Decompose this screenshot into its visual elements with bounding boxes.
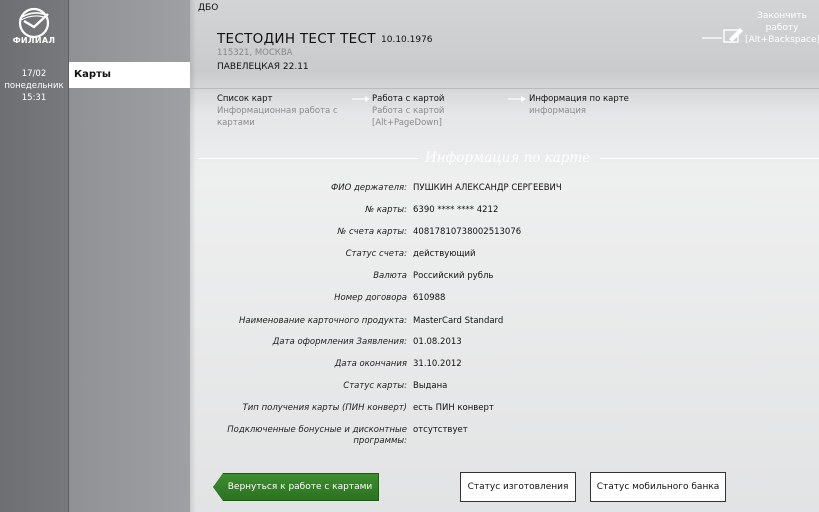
field-value: Российский рубль <box>413 271 494 281</box>
menu-item-cards[interactable]: Карты <box>69 62 190 88</box>
step-subtitle: Информационная работа с <box>217 106 338 116</box>
field-label: Дата окончания <box>334 359 407 369</box>
step-subtitle: Работа с картой <box>372 106 445 116</box>
header-divider <box>190 88 819 89</box>
step-title: Работа с картой <box>372 94 445 104</box>
step-arrow-icon <box>352 96 370 102</box>
current-time: 15:31 <box>21 93 47 103</box>
field-value: отсутствует <box>413 425 468 435</box>
step-shortcut: [Alt+PageDown] <box>372 118 442 128</box>
field-value: MasterCard Standard <box>413 316 504 326</box>
field-label: Наименование карточного продукта: <box>238 316 407 326</box>
field-value: 40817810738002513076 <box>413 227 522 237</box>
section-title: Информация по карте <box>425 150 591 166</box>
section-line-left <box>198 158 418 159</box>
field-label: Тип получения карты (ПИН конверт) <box>242 403 407 413</box>
field-label: Валюта <box>373 271 407 281</box>
main-panel: ДБО ТЕСТОДИН ТЕСТ ТЕСТ 10.10.1976 115321… <box>190 0 819 512</box>
field-value: есть ПИН конверт <box>413 403 494 413</box>
field-label: ФИО держателя: <box>330 183 407 193</box>
finish-work-button[interactable]: Закончить работу [Alt+Backspace] <box>745 10 819 46</box>
left-rail: ФИЛИАЛ 17/02 понедельник 15:31 <box>0 0 69 512</box>
mobile-bank-status-button[interactable]: Статус мобильного банка <box>590 472 726 502</box>
field-value: 610988 <box>413 293 446 303</box>
field-value: 6390 **** **** 4212 <box>413 205 499 215</box>
field-label-line: программы: <box>353 436 407 446</box>
section-line-right <box>600 158 819 159</box>
field-label: № счета карты: <box>337 227 407 237</box>
finish-shortcut: [Alt+Backspace] <box>745 35 819 45</box>
manufacture-status-button[interactable]: Статус изготовления <box>460 472 576 502</box>
field-value: 01.08.2013 <box>413 337 462 347</box>
step-work-with-card[interactable]: Работа с картой Работа с картой [Alt+Pag… <box>372 93 444 129</box>
system-label: ДБО <box>198 3 219 13</box>
step-card-list[interactable]: Список карт Информационная работа с карт… <box>217 93 338 129</box>
back-to-cards-button[interactable]: Вернуться к работе с картами <box>213 473 379 501</box>
field-label: Номер договора <box>334 293 407 303</box>
datetime: 17/02 понедельник 15:31 <box>0 68 68 104</box>
field-label-line: Подключенные бонусные и дисконтные <box>227 425 407 435</box>
customer-name: ТЕСТОДИН ТЕСТ ТЕСТ <box>217 31 376 47</box>
customer-birth-date: 10.10.1976 <box>381 35 433 45</box>
step-subtitle: картами <box>217 118 255 128</box>
field-label: Подключенные бонусные и дисконтные прогр… <box>227 425 407 447</box>
edit-icon[interactable] <box>702 27 744 45</box>
current-weekday: понедельник <box>4 81 64 91</box>
step-subtitle: информация <box>529 106 586 116</box>
finish-label-1: Закончить <box>757 11 807 21</box>
finish-label-2: работу <box>765 23 799 33</box>
step-card-info: Информация по карте информация <box>529 93 629 117</box>
customer-address-line2: ПАВЕЛЕЦКАЯ 22.11 <box>217 62 309 72</box>
field-value: 31.10.2012 <box>413 359 462 369</box>
current-date: 17/02 <box>21 69 47 79</box>
field-value: действующий <box>413 249 476 259</box>
field-label: Статус карты: <box>343 381 407 391</box>
field-value: Выдана <box>413 381 448 391</box>
field-label: № карты: <box>365 205 407 215</box>
field-label: Дата оформления Заявления: <box>272 337 407 347</box>
logo-text: ФИЛИАЛ <box>12 36 56 45</box>
customer-address-line1: 115321, МОСКВА <box>217 48 293 58</box>
step-title: Список карт <box>217 94 273 104</box>
step-arrow-icon <box>508 96 526 102</box>
field-value: ПУШКИН АЛЕКСАНДР СЕРГЕЕВИЧ <box>413 183 562 193</box>
field-label: Статус счета: <box>345 249 407 259</box>
step-title: Информация по карте <box>529 94 629 104</box>
side-menu: Карты <box>69 0 190 512</box>
